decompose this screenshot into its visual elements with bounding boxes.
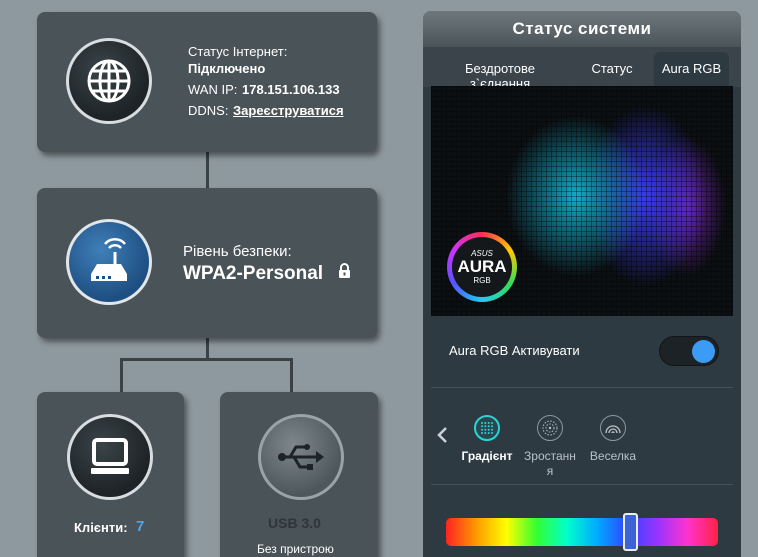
connector-line xyxy=(120,358,293,361)
growth-effect-icon[interactable] xyxy=(537,415,563,441)
aura-logo-name: AURA xyxy=(457,257,507,276)
clients-label: Клієнти: xyxy=(74,520,128,535)
router-icon[interactable] xyxy=(66,219,152,305)
globe-icon[interactable] xyxy=(66,38,152,124)
usb-icon[interactable] xyxy=(258,414,344,500)
aura-activate-toggle[interactable] xyxy=(659,336,719,366)
security-card[interactable]: Рівень безпеки: WPA2-Personal xyxy=(37,188,377,338)
clients-card[interactable]: Клієнти: 7 xyxy=(37,392,184,557)
monitor-icon[interactable] xyxy=(67,414,153,500)
effect-label-gradient[interactable]: Градієнт xyxy=(459,449,515,464)
effect-label-rainbow[interactable]: Веселка xyxy=(585,449,641,464)
usb-status: Без пристрою xyxy=(257,542,334,556)
connector-line xyxy=(206,338,209,360)
aura-activate-label: Aura RGB Активувати xyxy=(449,343,580,358)
usb-card[interactable]: USB 3.0 Без пристрою xyxy=(220,392,378,557)
wan-ip-label: WAN IP: xyxy=(188,82,238,97)
internet-status-card[interactable]: Статус Інтернет: Підключено WAN IP: 178.… xyxy=(37,12,377,152)
internet-status-label: Статус Інтернет: xyxy=(188,44,288,59)
toggle-knob xyxy=(692,340,715,363)
gradient-effect-icon[interactable] xyxy=(474,415,500,441)
panel-title: Статус системи xyxy=(423,11,741,47)
wan-ip-value: 178.151.106.133 xyxy=(242,82,340,97)
connector-line xyxy=(290,358,293,392)
usb-label: USB 3.0 xyxy=(268,515,321,531)
effect-label-growth[interactable]: Зростання xyxy=(521,449,579,479)
clients-count[interactable]: 7 xyxy=(136,518,144,535)
aura-light-preview: ASUS AURA RGB xyxy=(431,86,733,316)
color-spectrum-handle[interactable] xyxy=(623,513,638,551)
aura-rgb-logo: ASUS AURA RGB xyxy=(447,232,517,302)
security-level-value: WPA2-Personal xyxy=(183,263,324,284)
lock-icon xyxy=(338,263,351,284)
tab-bar: Бездротове з`єднання Статус Aura RGB xyxy=(423,47,741,92)
internet-status-value: Підключено xyxy=(188,61,266,76)
color-spectrum-slider[interactable] xyxy=(446,518,718,546)
system-status-panel: Статус системи Бездротове з`єднання Стат… xyxy=(423,11,741,557)
ddns-label: DDNS: xyxy=(188,103,229,118)
rainbow-effect-icon[interactable] xyxy=(600,415,626,441)
security-level-label: Рівень безпеки: xyxy=(183,243,292,260)
aura-logo-sub: RGB xyxy=(473,276,491,285)
connector-line xyxy=(206,152,209,188)
ddns-register-link[interactable]: Зареєструватися xyxy=(233,103,344,118)
divider xyxy=(431,484,733,485)
chevron-left-icon[interactable] xyxy=(436,426,448,449)
connector-line xyxy=(120,358,123,392)
divider xyxy=(431,387,733,388)
